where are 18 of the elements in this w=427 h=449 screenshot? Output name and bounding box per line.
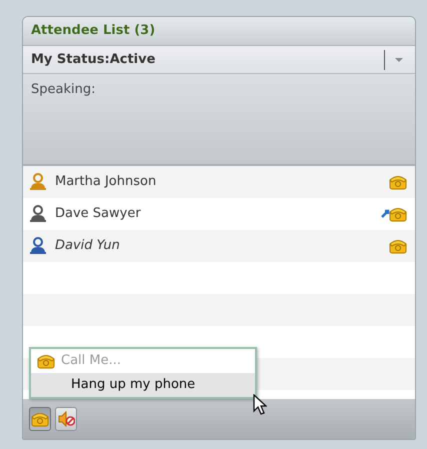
status-label: My Status:Active bbox=[31, 50, 156, 69]
attendee-name: Martha Johnson bbox=[55, 173, 158, 192]
phone-icon bbox=[389, 238, 407, 254]
attendee-name: David Yun bbox=[55, 237, 121, 256]
phone-button[interactable] bbox=[29, 407, 51, 431]
phone-icon bbox=[389, 174, 407, 190]
phone-icon bbox=[31, 411, 49, 427]
speaker-muted-icon bbox=[58, 411, 74, 427]
speaking-label: Speaking: bbox=[31, 82, 96, 97]
mute-button[interactable] bbox=[55, 407, 77, 431]
attendee-row[interactable]: Martha Johnson bbox=[23, 166, 415, 198]
menu-item[interactable]: Hang up my phone bbox=[31, 373, 255, 397]
phone-forward-icon bbox=[381, 206, 407, 222]
attendee-name: Dave Sawyer bbox=[55, 205, 142, 224]
attendee-row[interactable]: David Yun bbox=[23, 230, 415, 262]
caret-icon bbox=[394, 58, 402, 62]
panel-title: Attendee List (3) bbox=[31, 22, 156, 40]
phone-icon bbox=[37, 353, 55, 369]
